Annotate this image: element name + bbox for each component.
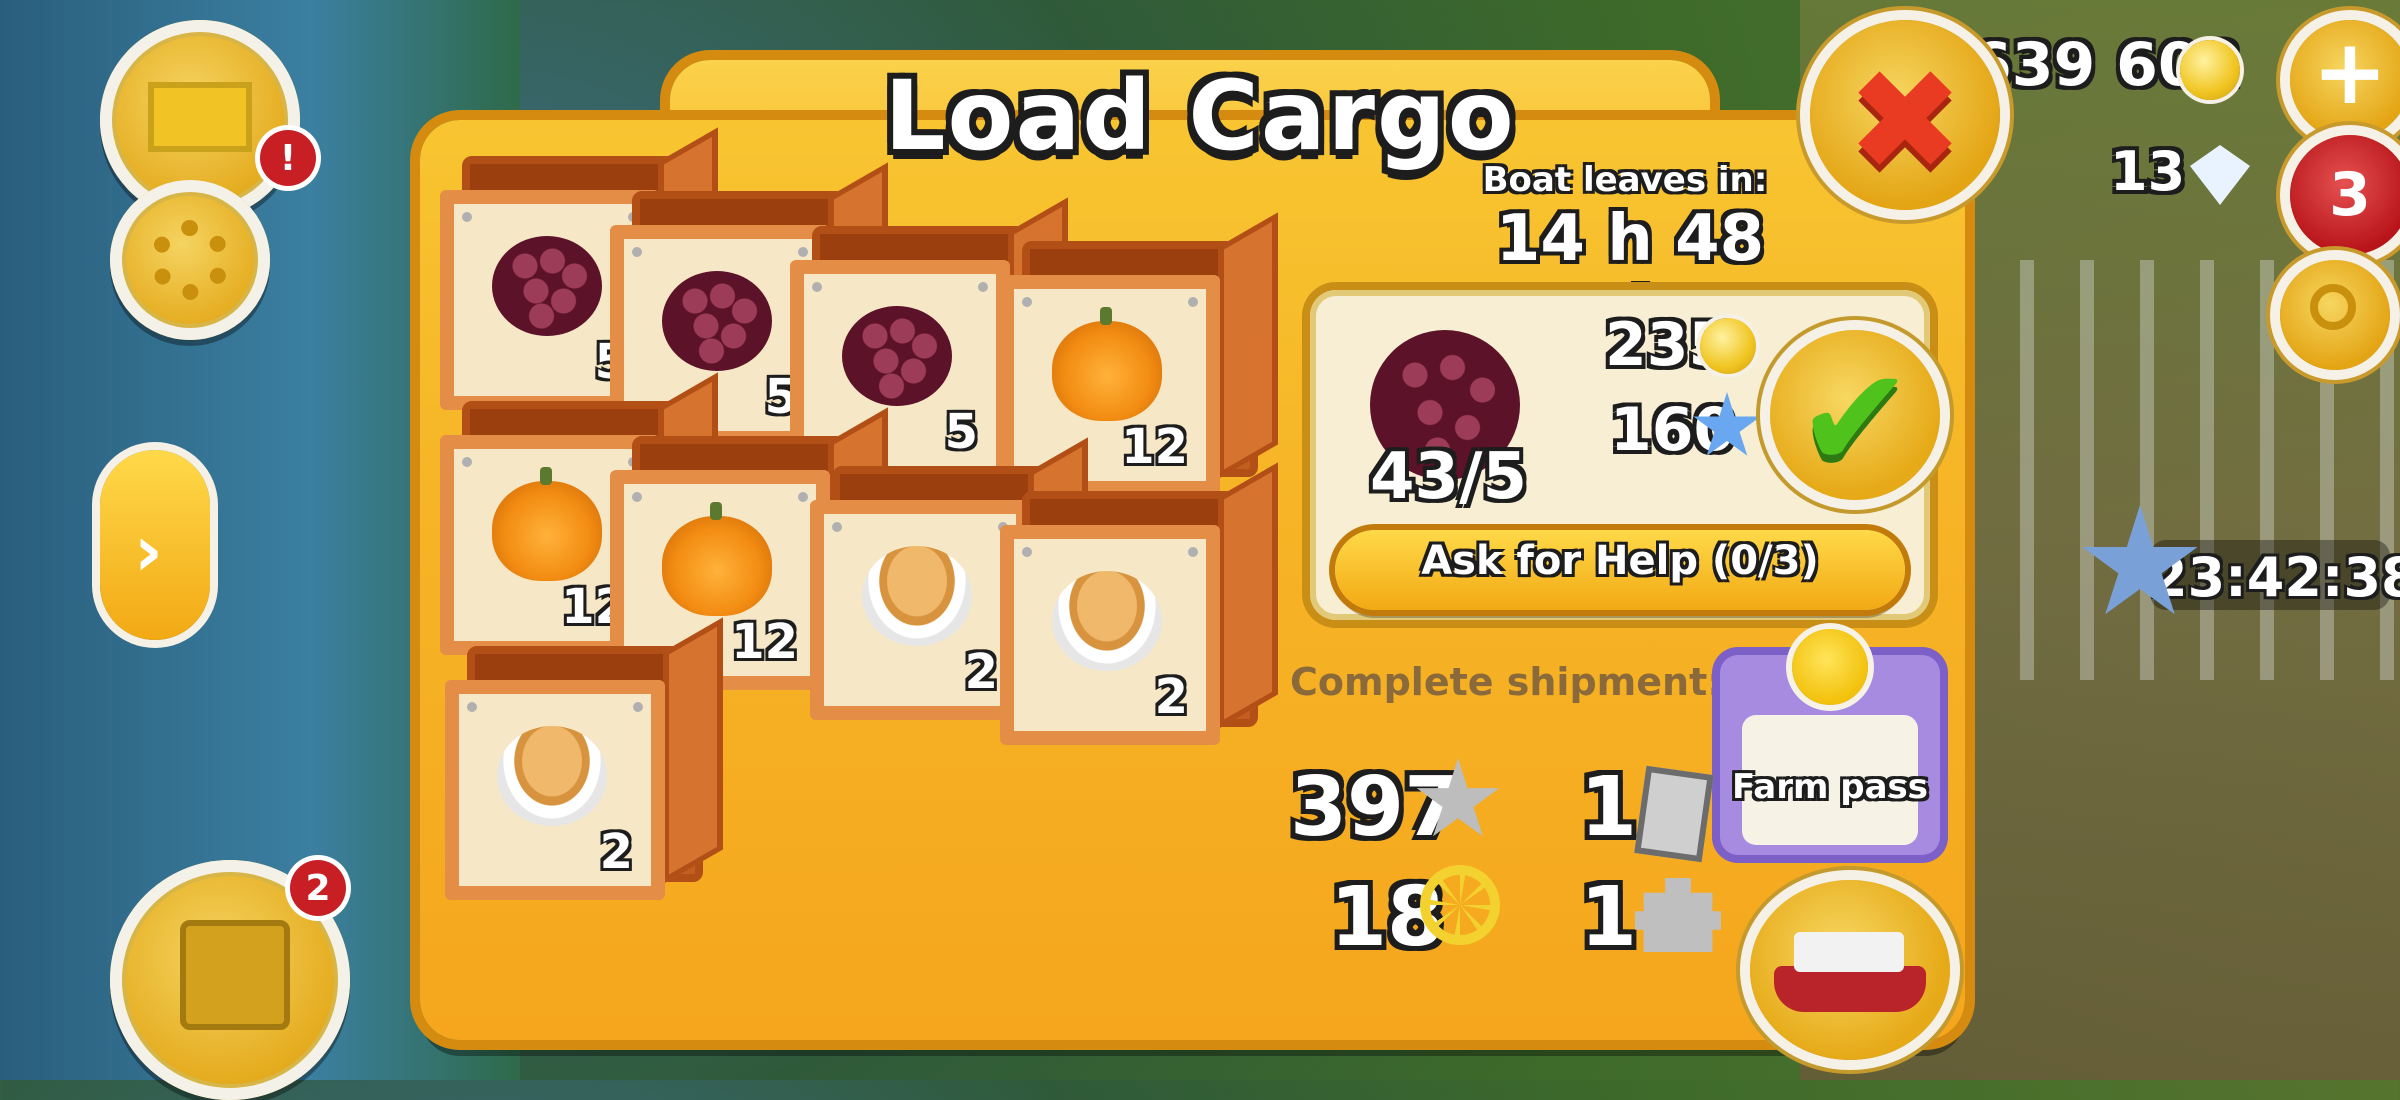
ask-for-help-label: Ask for Help (0/3): [1421, 538, 1819, 584]
shop-button[interactable]: 2: [110, 860, 350, 1100]
crate-4[interactable]: 12: [1000, 212, 1278, 495]
crate-8[interactable]: 2: [1000, 462, 1278, 745]
diamond-count: 13: [2110, 140, 2186, 203]
selected-item-count: 43/5: [1370, 440, 1527, 514]
farm-pass-card[interactable]: Farm pass: [1720, 629, 1940, 855]
close-icon: ✖: [1846, 40, 1964, 203]
add-currency-button[interactable]: +: [2290, 20, 2400, 140]
ship-boat-button[interactable]: [1750, 880, 1950, 1060]
load-item-confirm-button[interactable]: ✔: [1770, 330, 1940, 501]
blackberry-icon: [492, 236, 602, 336]
chevron-right-icon: ›: [134, 510, 163, 592]
shop-badge: 2: [290, 860, 346, 916]
level-indicator[interactable]: 3: [2290, 135, 2400, 255]
ask-for-help-button[interactable]: Ask for Help (0/3): [1335, 530, 1905, 610]
farm-pass-label: Farm pass: [1732, 767, 1928, 807]
expand-side-menu-button[interactable]: ›: [100, 450, 210, 640]
boat-leaves-label: Boat leaves in:: [1482, 160, 1768, 200]
close-button[interactable]: ✖: [1810, 20, 2000, 210]
mystery-card-reward: 1: [1580, 760, 1638, 855]
dialog-title: Load Cargo: [884, 60, 1516, 172]
boat-deck-icon: [1794, 932, 1904, 972]
gear-icon: [150, 220, 230, 300]
mail-alert-badge: !: [260, 130, 316, 186]
pumpkin-pie-icon: [497, 726, 607, 826]
pumpkin-pie-icon: [862, 546, 972, 646]
search-button[interactable]: [2280, 260, 2390, 370]
pumpkin-icon: [1052, 307, 1162, 421]
coin-icon: [2180, 40, 2240, 100]
shipment-xp-reward: 397: [1290, 760, 1462, 855]
pumpkin-pie-icon: [1052, 571, 1162, 671]
ship-wheel-icon: [1420, 865, 1500, 945]
crate-count: 2: [964, 644, 998, 700]
crate-count: 12: [1121, 419, 1188, 475]
plus-icon: +: [2312, 20, 2388, 125]
coin-icon: [1700, 318, 1756, 374]
crate-count: 2: [599, 824, 633, 880]
blackberry-icon: [662, 271, 772, 371]
magnifier-icon: [2310, 284, 2356, 330]
settings-button[interactable]: [110, 180, 270, 340]
checkmark-icon: ✔: [1796, 338, 1914, 501]
chick-icon: [1792, 629, 1868, 705]
crate-9[interactable]: 2: [445, 617, 723, 900]
mail-icon: [148, 82, 252, 152]
crate-count: 12: [731, 614, 798, 670]
complete-shipment-label: Complete shipment:: [1290, 660, 1723, 704]
crate-count: 2: [1154, 669, 1188, 725]
pumpkin-icon: [662, 502, 772, 616]
boat-hull-icon: [1774, 966, 1926, 1012]
crate-count: 5: [944, 404, 978, 460]
blackberry-icon: [842, 306, 952, 406]
cash-register-icon: [180, 920, 290, 1030]
pumpkin-icon: [492, 467, 602, 581]
puzzle-piece-reward: 1: [1580, 870, 1638, 965]
mystery-card-icon: [1634, 765, 1714, 863]
crate-7[interactable]: 2: [810, 437, 1088, 720]
